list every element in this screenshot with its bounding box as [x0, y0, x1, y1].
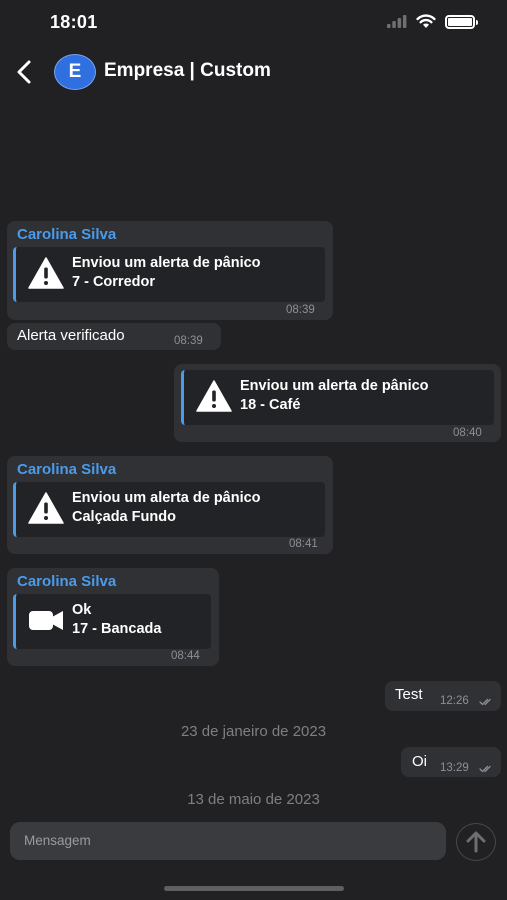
message-bubble-outgoing[interactable]: Oi 13:29 — [401, 747, 501, 777]
status-icons — [387, 14, 478, 29]
chat-header: E Empresa | Custom — [0, 48, 507, 96]
date-separator: 23 de janeiro de 2023 — [180, 723, 327, 740]
message-time: 08:41 — [289, 538, 318, 550]
message-bubble-outgoing[interactable]: Test 12:26 — [385, 681, 501, 711]
sender-name[interactable]: Carolina Silva — [17, 226, 116, 243]
message-input[interactable]: Mensagem — [10, 822, 446, 860]
sender-name[interactable]: Carolina Silva — [17, 461, 116, 478]
alert-location: Calçada Fundo — [72, 509, 176, 525]
video-camera-icon — [29, 611, 63, 630]
warning-icon — [28, 492, 64, 524]
alert-card[interactable]: Ok 17 - Bancada — [13, 594, 211, 649]
alert-title: Enviou um alerta de pânico — [72, 255, 261, 271]
message-time: 08:44 — [171, 650, 200, 662]
date-separator: 13 de maio de 2023 — [187, 791, 320, 808]
message-bubble-incoming[interactable]: Alerta verificado 08:39 — [7, 323, 221, 350]
wifi-icon — [416, 14, 436, 28]
message-bubble-incoming[interactable]: Carolina Silva Ok 17 - Bancada 08:44 — [7, 568, 219, 666]
alert-card[interactable]: Enviou um alerta de pânico 7 - Corredor — [13, 247, 325, 302]
message-time: 08:40 — [453, 427, 482, 439]
message-time: 08:39 — [286, 304, 315, 316]
message-text: Oi — [412, 753, 427, 770]
alert-card[interactable]: Enviou um alerta de pânico Calçada Fundo — [13, 482, 325, 537]
send-button[interactable] — [456, 823, 496, 861]
back-button[interactable] — [12, 58, 36, 86]
avatar[interactable]: E — [54, 54, 96, 90]
message-text: Alerta verificado — [17, 327, 125, 344]
battery-icon — [445, 14, 478, 29]
warning-icon — [196, 380, 232, 412]
warning-icon — [28, 257, 64, 289]
message-time: 08:39 — [174, 335, 203, 347]
message-bubble-outgoing[interactable]: Enviou um alerta de pânico 18 - Café 08:… — [174, 364, 501, 442]
alert-location: 7 - Corredor — [72, 274, 155, 290]
message-text: Test — [395, 686, 423, 703]
message-time: 12:26 — [440, 695, 469, 707]
status-bar: 18:01 — [0, 0, 507, 48]
home-indicator — [164, 886, 344, 891]
message-time: 13:29 — [440, 762, 469, 774]
alert-location: 18 - Café — [240, 397, 301, 413]
alert-card[interactable]: Enviou um alerta de pânico 18 - Café — [181, 370, 494, 425]
alert-location: 17 - Bancada — [72, 621, 162, 637]
message-bubble-incoming[interactable]: Carolina Silva Enviou um alerta de pânic… — [7, 456, 333, 554]
read-receipt-icon — [479, 765, 491, 773]
sender-name[interactable]: Carolina Silva — [17, 573, 116, 590]
alert-title: Ok — [72, 602, 92, 618]
message-input-placeholder: Mensagem — [24, 833, 91, 848]
alert-title: Enviou um alerta de pânico — [72, 490, 261, 506]
alert-title: Enviou um alerta de pânico — [240, 378, 429, 394]
signal-icon — [387, 15, 407, 28]
message-bubble-incoming[interactable]: Carolina Silva Enviou um alerta de pânic… — [7, 221, 333, 320]
arrow-up-icon — [466, 831, 486, 853]
status-time: 18:01 — [50, 12, 98, 32]
chat-title[interactable]: Empresa | Custom — [104, 60, 271, 82]
read-receipt-icon — [479, 698, 491, 706]
